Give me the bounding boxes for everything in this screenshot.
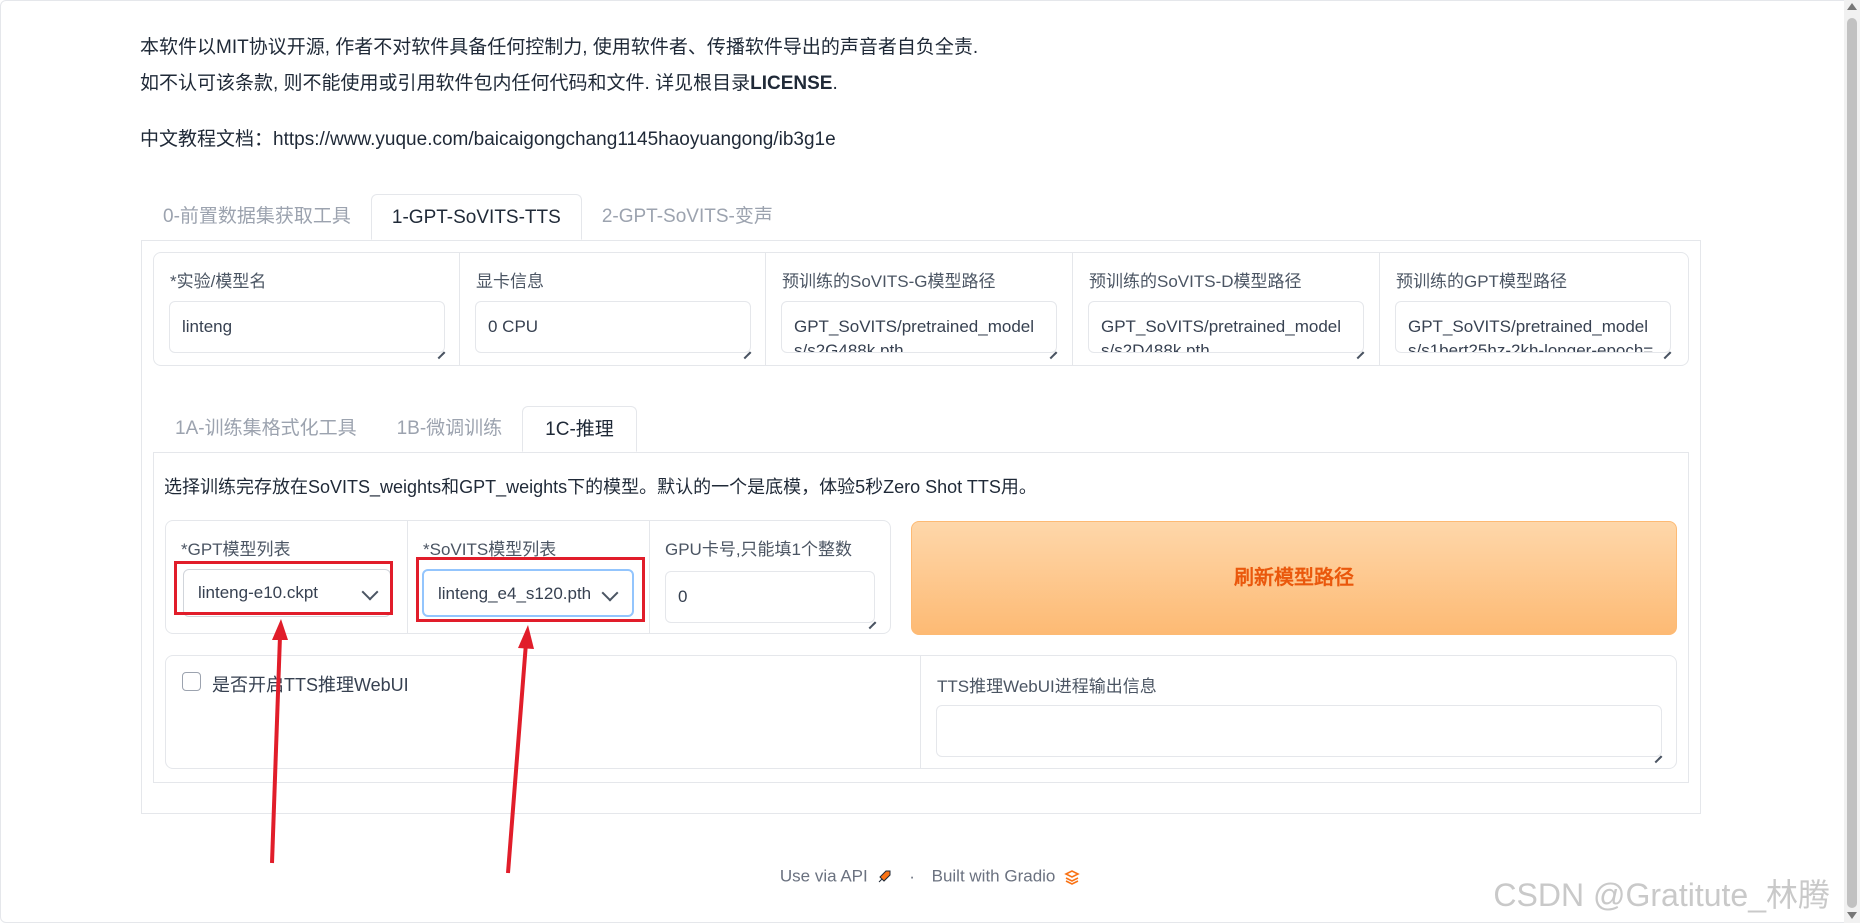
built-with-gradio-link[interactable]: Built with Gradio <box>932 867 1056 886</box>
scroll-up-icon[interactable] <box>1847 3 1857 10</box>
page-scrollbar[interactable] <box>1844 0 1860 923</box>
csdn-watermark: CSDN @Gratitute_林腾 <box>1493 877 1830 913</box>
scroll-down-icon[interactable] <box>1847 912 1857 919</box>
annotation-arrow-sovits <box>506 625 534 874</box>
gradio-logo-icon <box>1064 869 1080 885</box>
annotation-arrow-gpt <box>270 619 288 864</box>
annotation-arrows <box>270 619 534 874</box>
footer-separator: · <box>909 866 915 886</box>
scrollbar-thumb[interactable] <box>1847 18 1857 908</box>
rocket-icon <box>879 870 891 882</box>
use-via-api-link[interactable]: Use via API <box>780 867 868 886</box>
